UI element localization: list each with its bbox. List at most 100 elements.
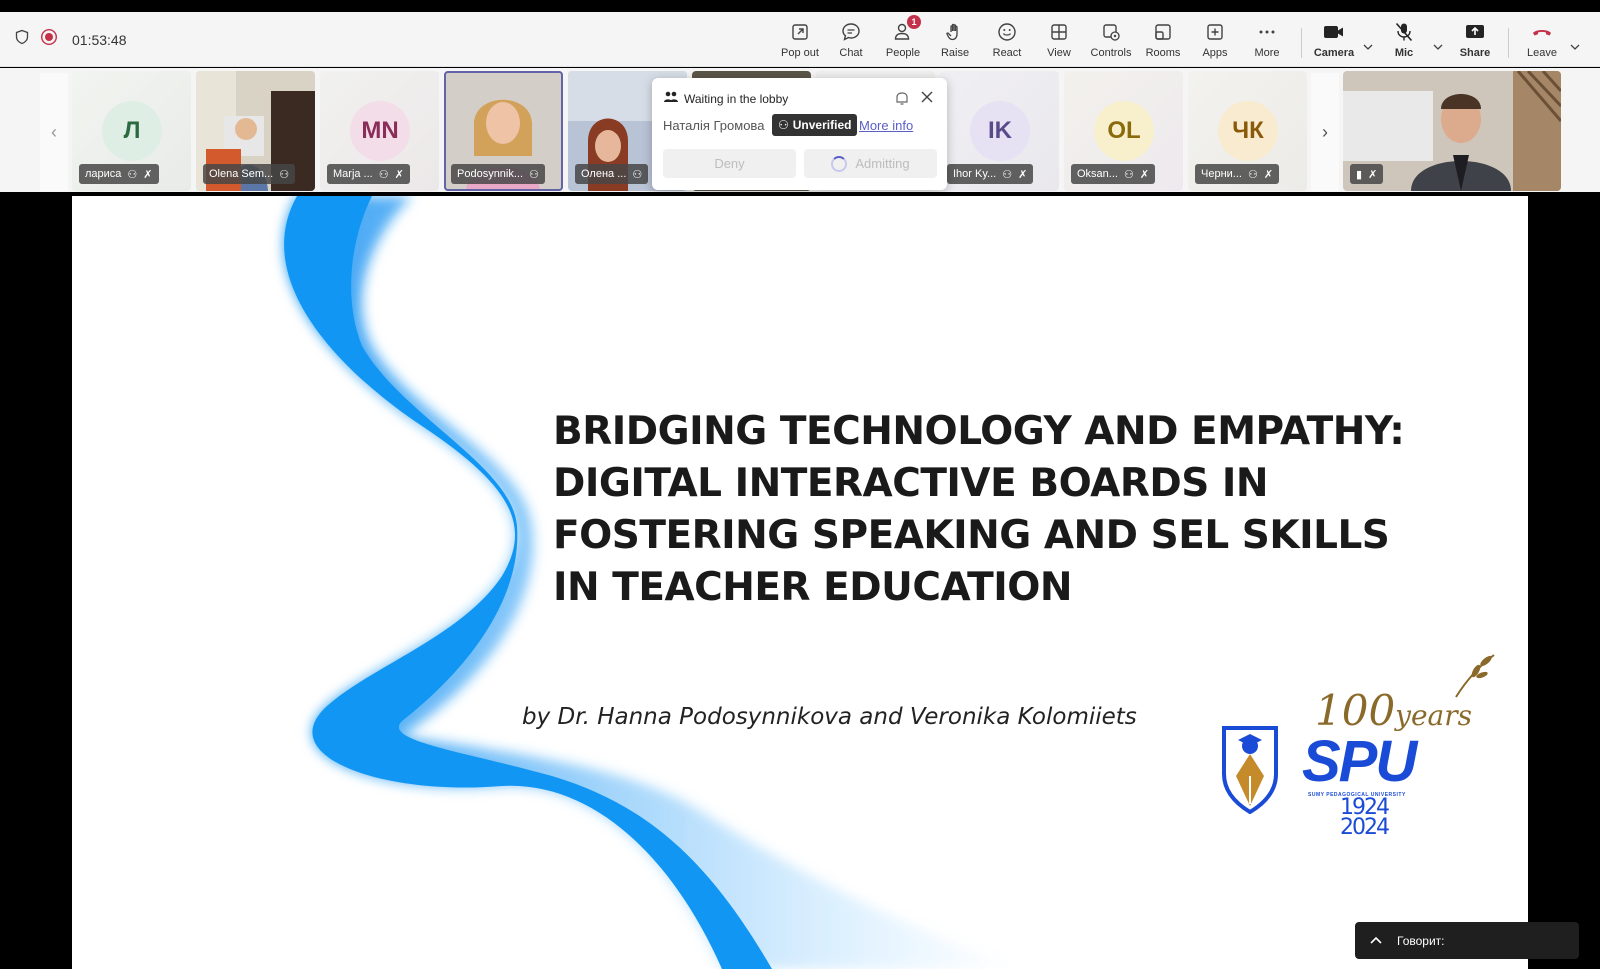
unverified-badge: ⚇ Unverified xyxy=(772,114,858,136)
popout-button[interactable]: Pop out xyxy=(774,20,826,62)
avatar: IK xyxy=(970,101,1030,161)
emoji-icon xyxy=(995,20,1019,44)
admitting-button[interactable]: Admitting xyxy=(804,149,937,178)
rooms-label: Rooms xyxy=(1145,47,1181,59)
meeting-timer: 01:53:48 xyxy=(72,31,127,48)
share-button[interactable]: Share xyxy=(1449,20,1501,62)
participant-tile-active-speaker[interactable]: Podosynnik... ⚇ xyxy=(444,71,563,191)
popout-label: Pop out xyxy=(781,47,819,59)
loading-spinner-icon xyxy=(831,155,848,172)
more-icon xyxy=(1255,20,1279,44)
meeting-status: 01:53:48 xyxy=(14,12,127,67)
participant-tile[interactable]: IK Ihor Ky... ⚇ ✗ xyxy=(940,71,1059,191)
meeting-toolbar: 01:53:48 Pop out Chat 1 People Raise Rea… xyxy=(0,12,1600,67)
notification-settings-icon[interactable] xyxy=(894,90,910,111)
raise-hand-button[interactable]: Raise xyxy=(929,20,981,62)
teams-meeting-window: 01:53:48 Pop out Chat 1 People Raise Rea… xyxy=(0,0,1600,969)
apps-label: Apps xyxy=(1202,47,1228,59)
admitting-label: Admitting xyxy=(855,156,910,171)
toolbar-divider-2 xyxy=(1508,28,1509,58)
leave-button[interactable]: Leave xyxy=(1516,20,1568,62)
slide-title-line: FOSTERING SPEAKING AND SEL SKILLS xyxy=(553,513,1390,558)
slide-title-line: DIGITAL INTERACTIVE BOARDS IN xyxy=(553,461,1269,506)
verified-icon: ⚇ xyxy=(127,168,138,181)
verified-icon: ⚇ xyxy=(1123,168,1134,181)
raise-hand-icon xyxy=(943,20,967,44)
participant-nametag: Podosynnik... ⚇ xyxy=(451,164,545,184)
share-screen-icon xyxy=(1463,20,1487,44)
close-icon[interactable] xyxy=(920,90,934,109)
participant-name: Черни... xyxy=(1201,168,1242,180)
participant-nametag: Ihor Ky... ⚇ ✗ xyxy=(947,164,1034,184)
slide-title-line: IN TEACHER EDUCATION xyxy=(553,565,1073,610)
unverified-icon: ⚇ xyxy=(778,118,789,132)
participant-tile[interactable]: ЧК Черни... ⚇ ✗ xyxy=(1188,71,1307,191)
people-badge: 1 xyxy=(907,15,921,29)
verified-icon: ⚇ xyxy=(1002,168,1013,181)
participant-nametag: Olena Sem... ⚇ xyxy=(203,164,296,184)
view-button[interactable]: View xyxy=(1033,20,1085,62)
chat-label: Chat xyxy=(839,47,863,59)
leave-label: Leave xyxy=(1527,47,1557,59)
popout-icon xyxy=(788,20,812,44)
strip-prev-button[interactable]: ‹ xyxy=(40,73,68,191)
participant-name: лариса xyxy=(85,168,122,180)
mic-off-icon: ✗ xyxy=(143,168,153,181)
participant-tile[interactable]: Л лариса ⚇ ✗ xyxy=(72,71,191,191)
rooms-button[interactable]: Rooms xyxy=(1137,20,1189,62)
participant-name: Олена ... xyxy=(581,168,627,180)
leave-options-chevron-icon[interactable] xyxy=(1568,40,1582,52)
people-button[interactable]: 1 People xyxy=(877,15,929,62)
logo-dates: 1924 2024 xyxy=(1340,797,1390,840)
avatar: MN xyxy=(350,101,410,161)
mic-off-icon: ✗ xyxy=(394,168,404,181)
people-group-icon xyxy=(663,90,679,109)
avatar: ЧК xyxy=(1218,101,1278,161)
participant-tile[interactable]: OL Oksan... ⚇ ✗ xyxy=(1064,71,1183,191)
grid-view-icon xyxy=(1047,20,1071,44)
controls-button[interactable]: Controls xyxy=(1085,20,1137,62)
shield-icon xyxy=(14,29,30,50)
more-info-link[interactable]: More info xyxy=(859,118,913,133)
lobby-person-name: Наталія Громова xyxy=(663,118,765,133)
slide-title-line: BRIDGING TECHNOLOGY AND EMPATHY: xyxy=(553,409,1405,454)
controls-label: Controls xyxy=(1090,47,1132,59)
hang-up-icon xyxy=(1530,20,1554,44)
apps-button[interactable]: Apps xyxy=(1189,20,1241,62)
mic-options-chevron-icon[interactable] xyxy=(1431,40,1445,52)
share-label: Share xyxy=(1459,47,1491,59)
mic-off-icon: ✗ xyxy=(1018,168,1028,181)
people-icon: 1 xyxy=(891,15,921,44)
chat-button[interactable]: Chat xyxy=(825,20,877,62)
recording-icon xyxy=(40,28,58,51)
participant-nametag: лариса ⚇ ✗ xyxy=(79,164,159,184)
strip-next-button[interactable]: › xyxy=(1311,73,1339,191)
participant-nametag: Черни... ⚇ ✗ xyxy=(1195,164,1280,184)
mic-button[interactable]: Mic xyxy=(1378,20,1430,62)
self-view-tile[interactable]: ▮ ✗ xyxy=(1343,71,1561,191)
participant-nametag: Oksan... ⚇ ✗ xyxy=(1071,164,1156,184)
mic-off-icon: ✗ xyxy=(1263,168,1274,181)
camera-options-chevron-icon[interactable] xyxy=(1361,40,1375,52)
participant-name: Ihor Ky... xyxy=(953,168,997,180)
participant-name: Olena Sem... xyxy=(209,168,274,180)
more-label: More xyxy=(1254,47,1280,59)
unverified-label: Unverified xyxy=(792,118,852,132)
participant-tile[interactable]: MN Marja ... ⚇ ✗ xyxy=(320,71,439,191)
self-nametag: ▮ ✗ xyxy=(1350,164,1384,184)
deny-button[interactable]: Deny xyxy=(663,149,796,178)
react-button[interactable]: React xyxy=(981,20,1033,62)
avatar: Л xyxy=(102,101,162,161)
avatar: OL xyxy=(1094,101,1154,161)
verified-icon: ⚇ xyxy=(632,168,643,181)
participant-nametag: Marja ... ⚇ ✗ xyxy=(327,164,410,184)
add-app-icon xyxy=(1203,20,1227,44)
speaking-indicator[interactable]: Говорит: xyxy=(1355,922,1579,959)
more-button[interactable]: More xyxy=(1241,20,1293,62)
logo-spu: SPU xyxy=(1302,729,1417,794)
camera-button[interactable]: Camera xyxy=(1308,20,1360,62)
participant-tile[interactable]: Olena Sem... ⚇ xyxy=(196,71,315,191)
mic-off-icon: ✗ xyxy=(1139,168,1150,181)
logo-year-end: 2024 xyxy=(1340,815,1390,840)
university-crest-icon xyxy=(1222,726,1278,814)
